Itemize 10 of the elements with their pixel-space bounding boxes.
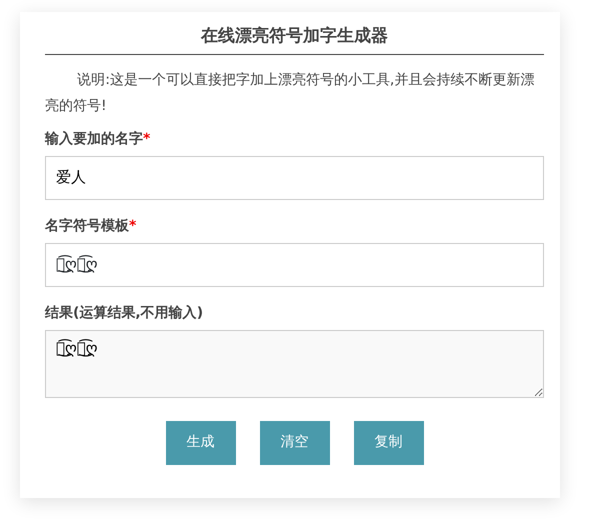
page-title: 在线漂亮符号加字生成器: [45, 24, 544, 54]
field-label: 名字符号模板: [45, 216, 129, 236]
field-label: 结果(运算结果,不用输入): [45, 304, 204, 322]
name-input[interactable]: 爱人: [45, 156, 544, 200]
result-textarea[interactable]: 爱͜͡ღ人͜͡ღ: [45, 330, 544, 398]
field-label: 输入要加的名字: [45, 130, 143, 148]
required-mark: *: [143, 130, 150, 148]
template-select[interactable]: 无͜͡ღ欢͜͡ღ: [45, 242, 544, 286]
required-mark: *: [129, 216, 136, 236]
description-text: 说明:这是一个可以直接把字加上漂亮符号的小工具,并且会持续不断更新漂亮的符号!: [45, 70, 536, 116]
